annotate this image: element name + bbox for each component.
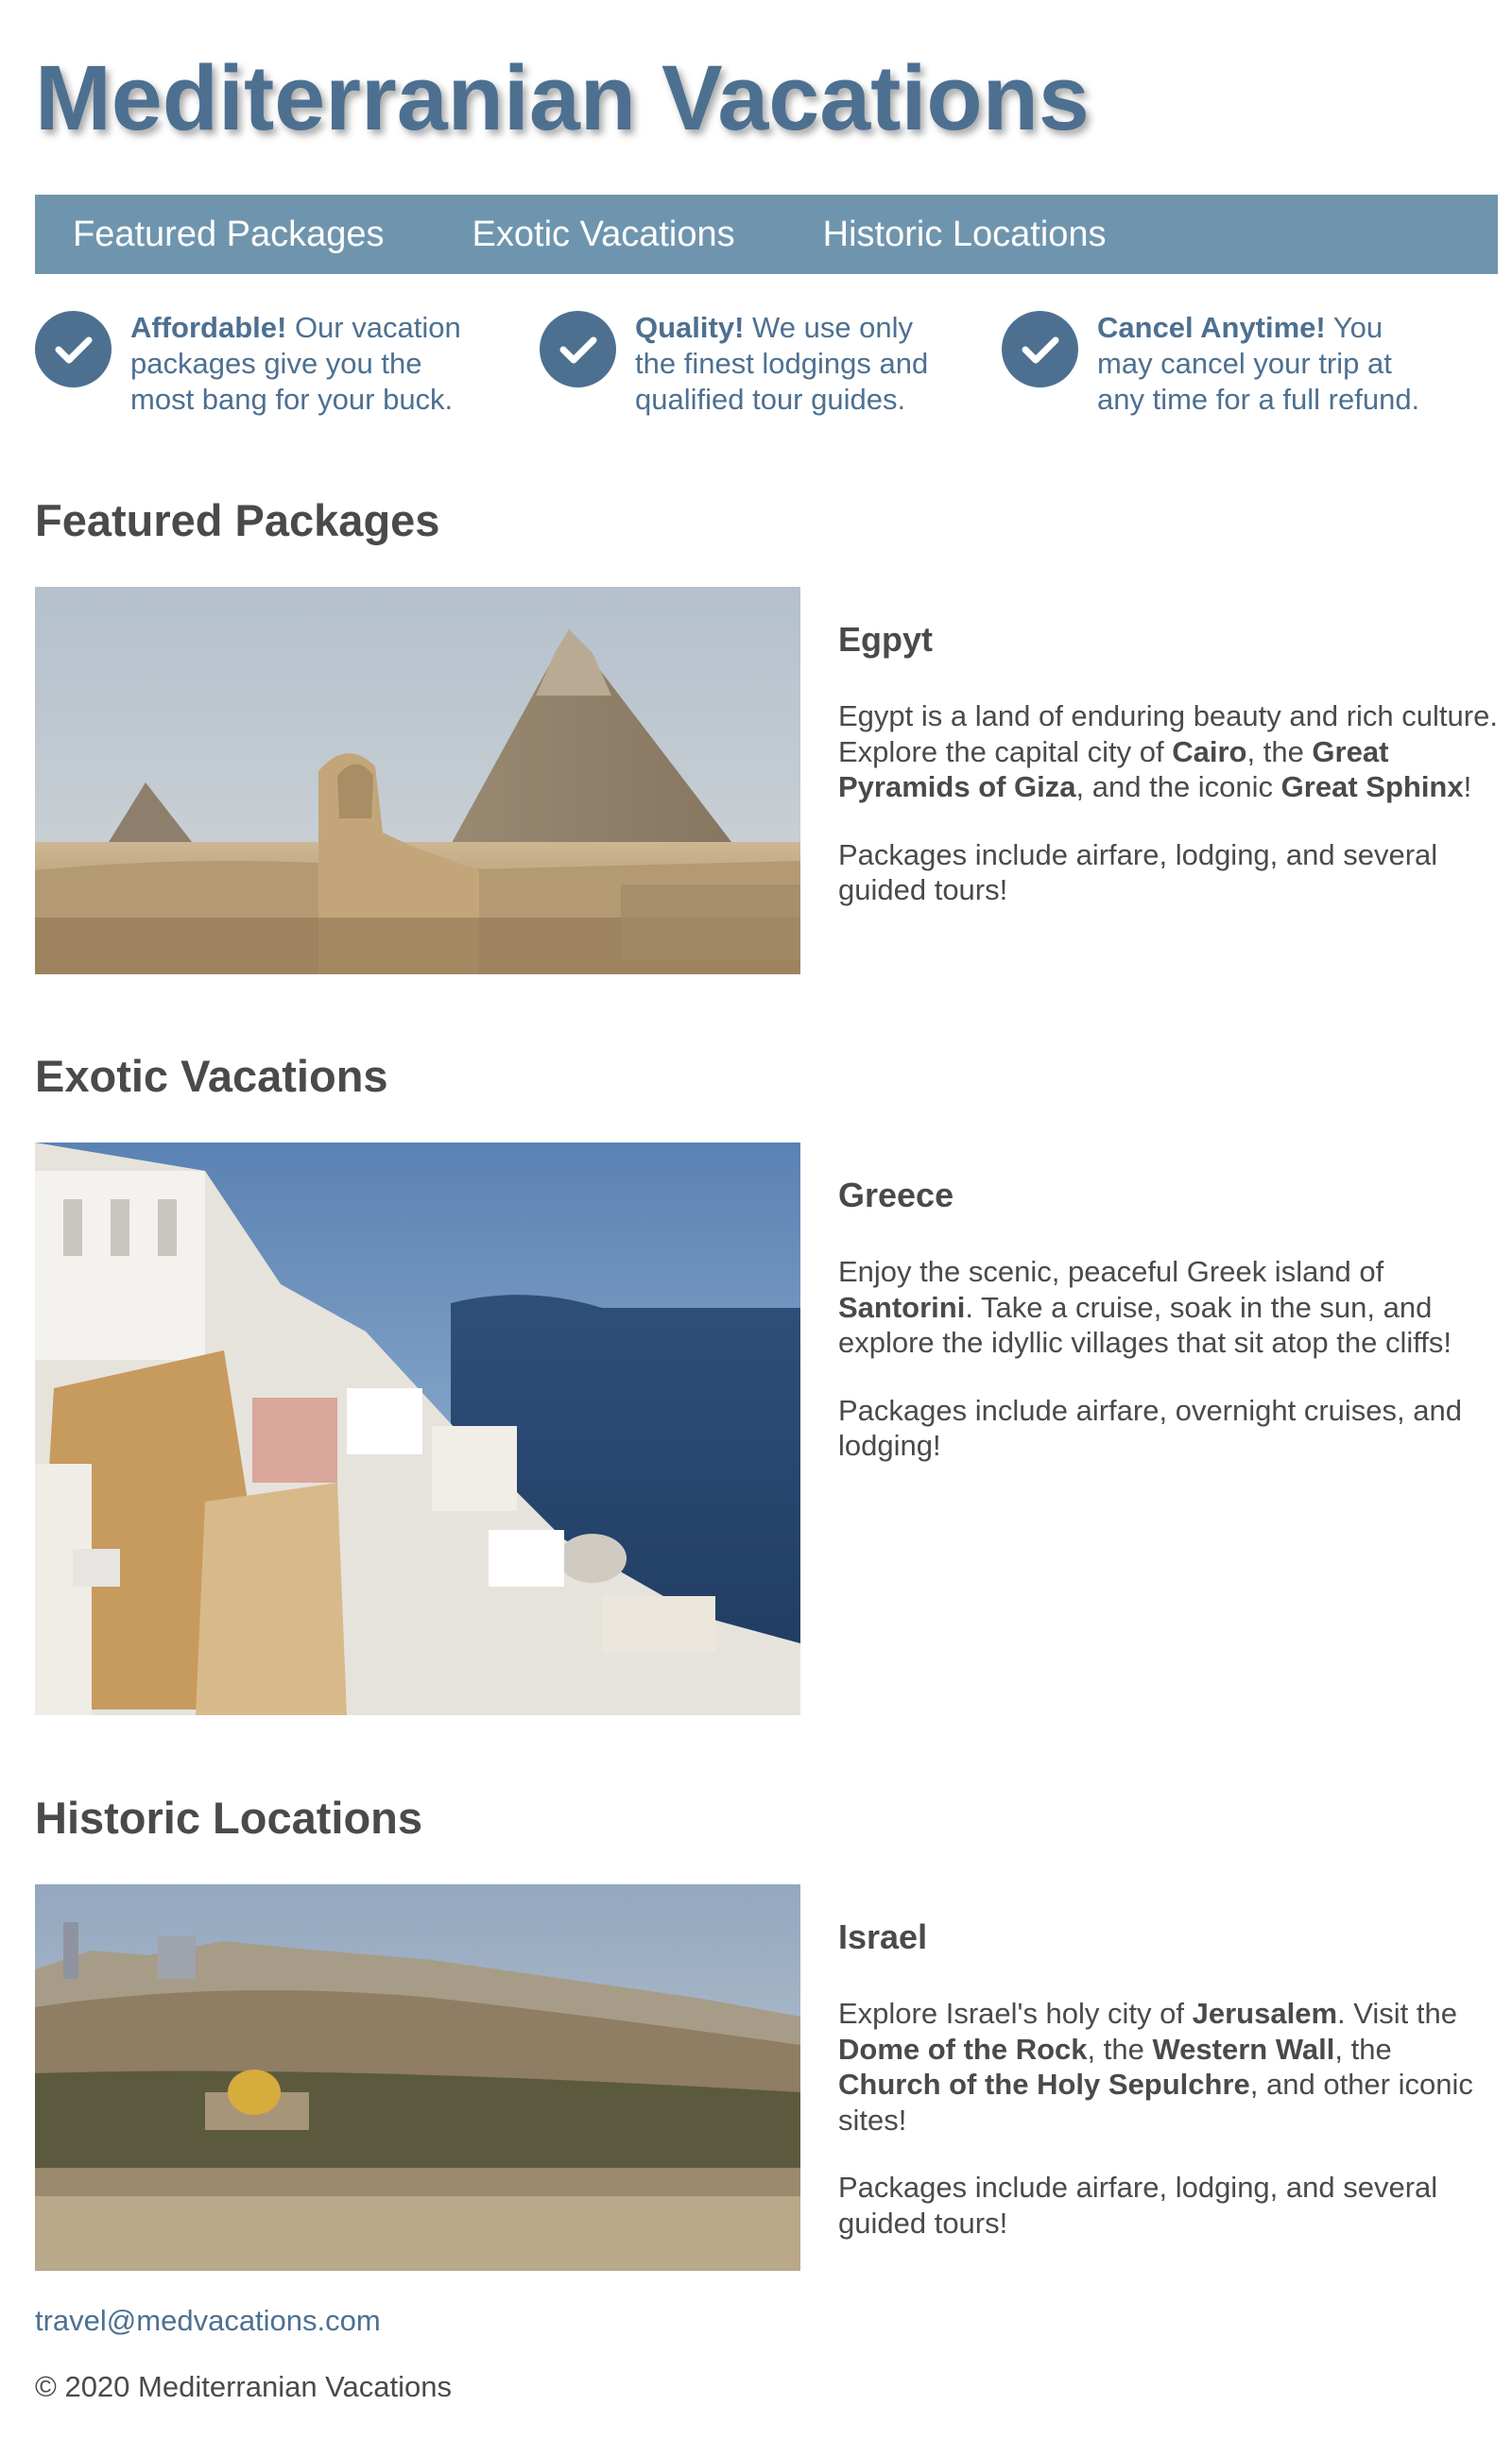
package-description: Egypt is a land of enduring beauty and r… bbox=[838, 699, 1498, 803]
site-title: Mediterranian Vacations bbox=[35, 46, 1090, 149]
section-heading-featured: Featured Packages bbox=[35, 495, 440, 545]
check-circle-icon bbox=[540, 311, 616, 387]
feature-line: You bbox=[1325, 311, 1383, 344]
egypt-photo bbox=[35, 587, 800, 974]
package-title: Israel bbox=[838, 1917, 928, 1956]
feature-line: most bang for your buck. bbox=[130, 383, 454, 416]
feature-bold: Cancel Anytime! bbox=[1097, 311, 1326, 344]
nav-exotic-vacations[interactable]: Exotic Vacations bbox=[472, 216, 735, 252]
feature-line: the finest lodgings and bbox=[635, 347, 929, 380]
package-greece: Greece Enjoy the scenic, peaceful Greek … bbox=[838, 1178, 1500, 1464]
feature-line: any time for a full refund. bbox=[1097, 383, 1420, 416]
package-egypt: Egpyt Egypt is a land of enduring beauty… bbox=[838, 623, 1500, 908]
package-description: Enjoy the scenic, peaceful Greek island … bbox=[838, 1255, 1452, 1359]
greece-photo bbox=[35, 1143, 800, 1715]
package-title: Greece bbox=[838, 1176, 954, 1214]
feature-bold: Affordable! bbox=[130, 311, 287, 344]
package-description: Explore Israel's holy city of Jerusalem.… bbox=[838, 1997, 1473, 2137]
feature-line: qualified tour guides. bbox=[635, 383, 906, 416]
feature-affordable: Affordable! Our vacation packages give y… bbox=[35, 310, 461, 418]
package-includes: Packages include airfare, overnight crui… bbox=[838, 1393, 1462, 1463]
nav-featured-packages[interactable]: Featured Packages bbox=[73, 216, 385, 252]
feature-text: Quality! We use only the finest lodgings… bbox=[635, 310, 928, 418]
check-circle-icon bbox=[1002, 311, 1078, 387]
check-circle-icon bbox=[35, 311, 112, 387]
main-nav: Featured Packages Exotic Vacations Histo… bbox=[35, 195, 1498, 274]
feature-bold: Quality! bbox=[635, 311, 745, 344]
contact-email-link[interactable]: travel@medvacations.com bbox=[35, 2304, 381, 2338]
feature-cancel-anytime: Cancel Anytime! You may cancel your trip… bbox=[1002, 310, 1419, 418]
feature-text: Cancel Anytime! You may cancel your trip… bbox=[1097, 310, 1419, 418]
feature-line: We use only bbox=[744, 311, 914, 344]
israel-photo bbox=[35, 1884, 800, 2271]
section-heading-exotic: Exotic Vacations bbox=[35, 1051, 388, 1101]
package-includes: Packages include airfare, lodging, and s… bbox=[838, 837, 1438, 907]
package-israel: Israel Explore Israel's holy city of Jer… bbox=[838, 1920, 1500, 2241]
copyright: © 2020 Mediterranian Vacations bbox=[35, 2370, 453, 2403]
feature-quality: Quality! We use only the finest lodgings… bbox=[540, 310, 928, 418]
feature-line: Our vacation bbox=[286, 311, 461, 344]
package-title: Egpyt bbox=[838, 620, 934, 659]
feature-line: packages give you the bbox=[130, 347, 422, 380]
section-heading-historic: Historic Locations bbox=[35, 1793, 423, 1843]
package-includes: Packages include airfare, lodging, and s… bbox=[838, 2171, 1438, 2240]
feature-line: may cancel your trip at bbox=[1097, 347, 1392, 380]
feature-text: Affordable! Our vacation packages give y… bbox=[130, 310, 461, 418]
nav-historic-locations[interactable]: Historic Locations bbox=[823, 216, 1107, 252]
